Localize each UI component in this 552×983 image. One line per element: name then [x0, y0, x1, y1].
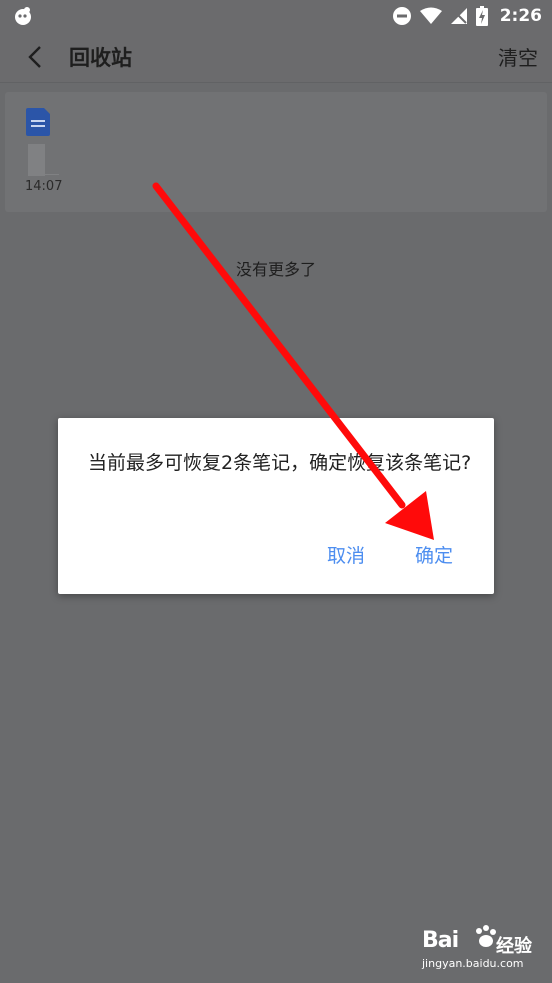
watermark-brand: 经验: [496, 936, 532, 957]
document-icon: [26, 108, 50, 136]
note-list-item[interactable]: 14:07: [5, 92, 547, 212]
note-thumbnail: [28, 144, 45, 176]
wifi-icon: [419, 7, 442, 24]
app-bar: 回收站 清空: [0, 32, 552, 82]
restore-dialog: 当前最多可恢复2条笔记，确定恢复该条笔记? 取消 确定: [58, 418, 494, 594]
thumbnail-underline: [45, 174, 59, 175]
note-time: 14:07: [25, 179, 63, 194]
dialog-message: 当前最多可恢复2条笔记，确定恢复该条笔记?: [88, 452, 472, 474]
status-time: 2:26: [499, 6, 542, 26]
cancel-button[interactable]: 取消: [327, 541, 365, 568]
battery-charging-icon: [475, 6, 488, 26]
signal-no-sim-icon: [450, 8, 467, 24]
do-not-disturb-icon: [392, 7, 411, 25]
watermark-url: jingyan.baidu.com: [422, 957, 524, 970]
page-title: 回收站: [69, 46, 132, 70]
status-bar: 2:26: [0, 0, 552, 32]
status-icons: 2:26: [392, 0, 542, 32]
baidu-watermark: Bai 经验 jingyan.baidu.com: [422, 924, 546, 974]
chevron-left-icon[interactable]: [22, 43, 50, 71]
list-end-text: 没有更多了: [235, 260, 316, 279]
paw-icon: [476, 925, 496, 947]
clear-button[interactable]: 清空: [498, 42, 538, 71]
app-notification-icon: [15, 7, 31, 25]
app-bar-divider: [0, 82, 552, 83]
confirm-button[interactable]: 确定: [415, 541, 453, 568]
watermark-logo: Bai: [422, 928, 459, 953]
